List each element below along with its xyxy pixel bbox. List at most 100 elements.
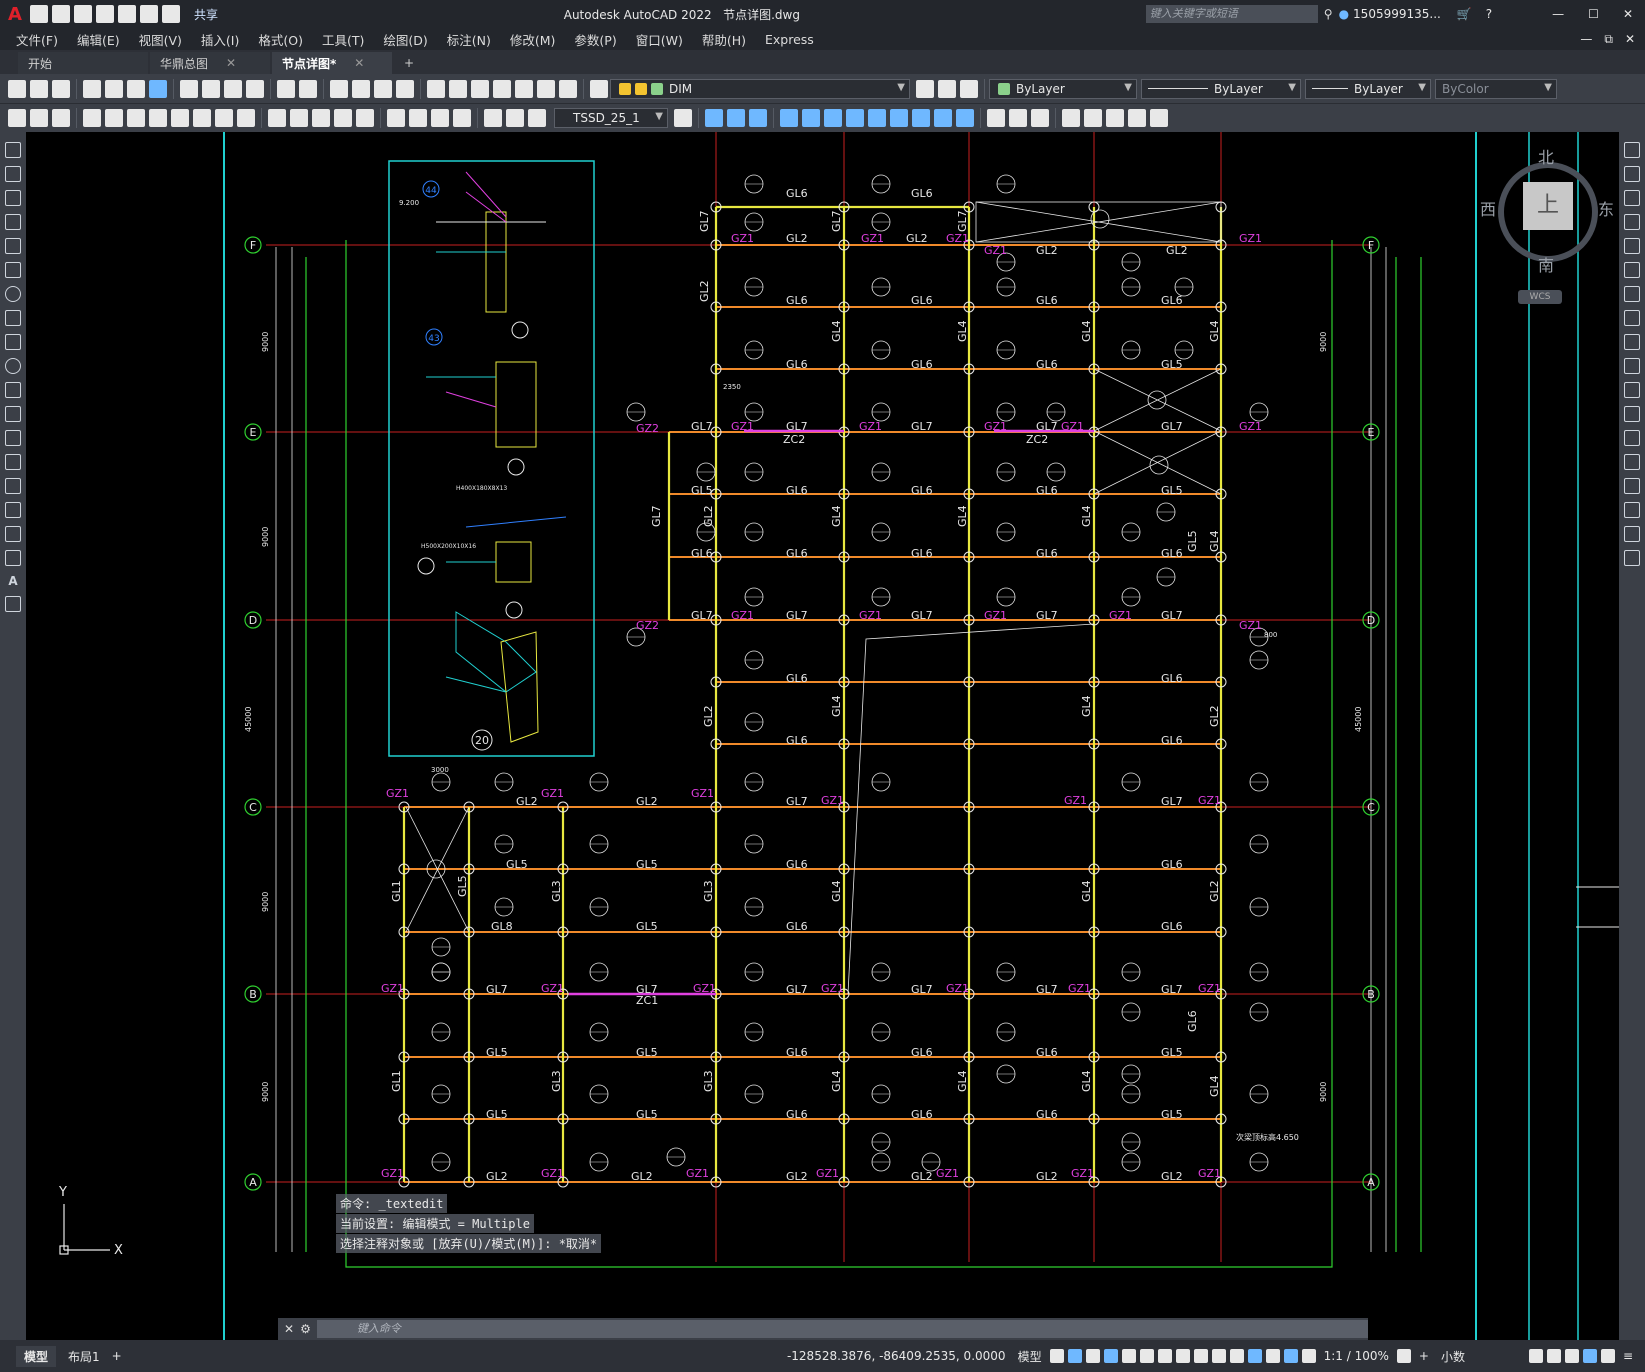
dim-text-icon[interactable] — [52, 109, 70, 127]
arc-icon[interactable] — [5, 262, 21, 278]
publish-icon[interactable] — [127, 79, 145, 98]
new-tab-button[interactable]: + — [394, 52, 434, 74]
intersect-icon[interactable] — [912, 109, 930, 127]
shade-icon[interactable] — [987, 109, 1005, 127]
add-selected-icon[interactable] — [5, 596, 21, 612]
viewcube-west[interactable]: 西 — [1480, 196, 1496, 220]
xline-icon[interactable] — [5, 166, 21, 182]
undo-icon[interactable] — [139, 5, 158, 23]
menu-view[interactable]: 视图(V) — [139, 30, 182, 49]
layer-previous-icon[interactable] — [938, 79, 956, 98]
layer-properties-icon[interactable] — [590, 79, 608, 98]
3d-dwf-icon[interactable] — [149, 79, 167, 98]
dim-edit-icon[interactable] — [30, 109, 48, 127]
layer-dropdown[interactable]: DIM ▼ — [610, 78, 910, 99]
menu-window[interactable]: 窗口(W) — [636, 30, 683, 49]
menu-tools[interactable]: 工具(T) — [322, 30, 364, 49]
arc-length-icon[interactable] — [127, 109, 145, 127]
dim-edit2-icon[interactable] — [484, 109, 502, 127]
join-icon[interactable] — [1624, 454, 1640, 470]
customize-cmd-icon[interactable]: ⚙ — [300, 1322, 311, 1336]
design-center-icon[interactable] — [449, 79, 467, 98]
menu-parametric[interactable]: 参数(P) — [574, 30, 616, 49]
maximize-button[interactable]: ☐ — [1588, 7, 1599, 21]
gizmo-icon[interactable] — [1283, 1349, 1298, 1363]
plot-icon[interactable] — [117, 5, 136, 23]
cart-icon[interactable]: 🛒 — [1457, 7, 1472, 21]
baseline-icon[interactable] — [290, 109, 308, 127]
make-current-icon[interactable] — [916, 79, 934, 98]
ellipse-arc-icon[interactable] — [5, 382, 21, 398]
help-toolbar-icon[interactable] — [559, 79, 577, 98]
line-icon[interactable] — [5, 142, 21, 158]
redo-icon[interactable] — [161, 5, 180, 23]
model-space-toggle[interactable]: 模型 — [1018, 1348, 1042, 1365]
slice-icon[interactable] — [934, 109, 952, 127]
match-prop-icon[interactable] — [246, 79, 264, 98]
save-icon[interactable] — [73, 5, 92, 23]
sweep-icon[interactable] — [824, 109, 842, 127]
tab-detail[interactable]: 节点详图* ✕ — [272, 52, 392, 74]
zoom-previous-icon[interactable] — [396, 79, 414, 98]
trim-icon[interactable] — [1624, 358, 1640, 374]
dim-tedit-icon[interactable] — [506, 109, 524, 127]
table-icon[interactable] — [5, 550, 21, 566]
material-icon[interactable] — [1031, 109, 1049, 127]
diameter-icon[interactable] — [215, 109, 233, 127]
pan-icon[interactable] — [330, 79, 348, 98]
jogged-linear-icon[interactable] — [453, 109, 471, 127]
selection-filter-icon[interactable] — [1265, 1349, 1280, 1363]
polygon-icon[interactable] — [5, 214, 21, 230]
region-icon[interactable] — [5, 526, 21, 542]
close-button[interactable]: ✕ — [1623, 7, 1633, 21]
plotstyle-dropdown[interactable]: ByColor ▼ — [1435, 78, 1557, 99]
minimize-button[interactable]: — — [1552, 7, 1564, 21]
cut-icon[interactable] — [180, 79, 198, 98]
plus-icon[interactable]: + — [1419, 1349, 1429, 1363]
search-input[interactable]: 键入关键字或短语 — [1145, 5, 1318, 23]
clean-screen-icon[interactable] — [1600, 1349, 1615, 1363]
doc-minimize-button[interactable]: — — [1580, 32, 1592, 46]
erase-icon[interactable] — [1624, 142, 1640, 158]
layout-tab-layout1[interactable]: 布局1 — [68, 1348, 100, 1365]
viewcube-north[interactable]: 北 — [1538, 144, 1554, 168]
customization-menu-icon[interactable]: ≡ — [1623, 1349, 1633, 1363]
revolve-icon[interactable] — [802, 109, 820, 127]
hatch-icon[interactable] — [5, 478, 21, 494]
user-account[interactable]: 1505999135... — [1353, 7, 1441, 21]
search-icon[interactable]: ⚲ — [1324, 7, 1333, 21]
close-tab-icon[interactable]: ✕ — [226, 56, 236, 70]
subtract-icon[interactable] — [890, 109, 908, 127]
menu-express[interactable]: Express — [765, 32, 814, 47]
make-block-icon[interactable] — [5, 430, 21, 446]
markup-icon[interactable] — [515, 79, 533, 98]
union-icon[interactable] — [868, 109, 886, 127]
isodraft-icon[interactable] — [1121, 1349, 1136, 1363]
menu-draw[interactable]: 绘图(D) — [383, 30, 427, 49]
dim-style2-icon[interactable] — [674, 109, 692, 127]
close-tab-icon[interactable]: ✕ — [354, 56, 364, 70]
scale-icon[interactable] — [1624, 310, 1640, 326]
selection-cycling-icon[interactable] — [1211, 1349, 1226, 1363]
ordinate-icon[interactable] — [149, 109, 167, 127]
menu-format[interactable]: 格式(O) — [258, 30, 303, 49]
aligned-dim-icon[interactable] — [105, 109, 123, 127]
menu-file[interactable]: 文件(F) — [16, 30, 58, 49]
ucs-world-icon[interactable] — [1084, 109, 1102, 127]
continue-icon[interactable] — [312, 109, 330, 127]
3d-osnap-icon[interactable] — [1229, 1349, 1244, 1363]
explode-icon[interactable] — [1624, 550, 1640, 566]
menu-help[interactable]: 帮助(H) — [702, 30, 746, 49]
viewcube-top-face[interactable]: 上 — [1523, 182, 1573, 230]
lineweight-dropdown[interactable]: ByLayer ▼ — [1305, 78, 1431, 99]
copy-object-icon[interactable] — [1624, 166, 1640, 182]
doc-restore-button[interactable]: ⧉ — [1604, 32, 1613, 47]
annotation-visibility-icon[interactable] — [1301, 1349, 1316, 1363]
tab-start[interactable]: 开始 — [18, 52, 148, 74]
print-icon[interactable] — [83, 79, 101, 98]
lock-ui-icon[interactable] — [1546, 1349, 1561, 1363]
grid-icon[interactable] — [1049, 1349, 1064, 1363]
calc-icon[interactable] — [537, 79, 555, 98]
ucs-icon[interactable] — [1062, 109, 1080, 127]
3d-cone-icon[interactable] — [749, 109, 767, 127]
